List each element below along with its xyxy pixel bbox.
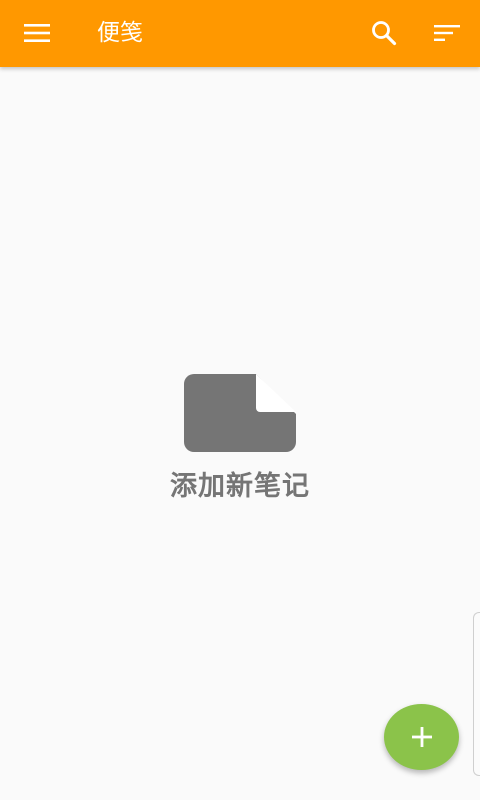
app-bar: 便笺 (0, 0, 480, 67)
sort-button[interactable] (424, 10, 470, 56)
add-note-button[interactable] (384, 704, 459, 770)
add-note-hint: 添加新笔记 (170, 471, 310, 502)
edge-panel-handle[interactable] (473, 612, 480, 776)
sort-icon (434, 25, 460, 41)
hamburger-menu-icon (24, 24, 50, 42)
search-icon (372, 21, 397, 46)
plus-icon (411, 727, 432, 747)
empty-state: 添加新笔记 (0, 360, 480, 503)
note-file-icon (184, 374, 296, 452)
menu-button[interactable] (14, 10, 60, 56)
page-title: 便笺 (97, 20, 143, 46)
search-button[interactable] (361, 10, 407, 56)
